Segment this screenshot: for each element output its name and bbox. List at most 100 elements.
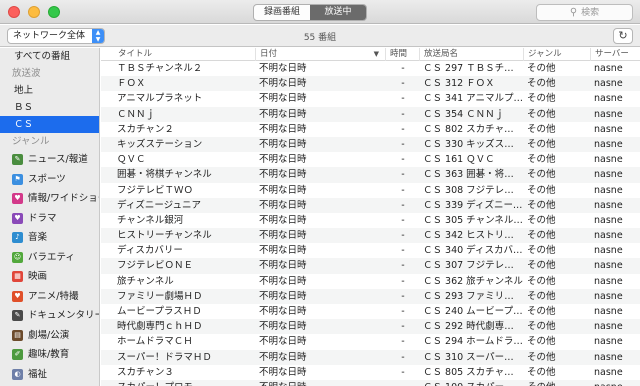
cell-genre: その他 [523,380,591,386]
cell-date: 不明な日時 [259,290,307,302]
table-row[interactable]: アニマルプラネット 不明な日時 - ＣＳ 341 アニマルプラネットその他 nasne [101,91,640,106]
table-row[interactable]: ＱＶＣ 不明な日時 - ＣＳ 161 ＱＶＣ その他 nasne [101,152,640,167]
cell-title: ＴＢＳチャンネル２ [117,63,203,74]
cell-date: 不明な日時 [259,138,307,150]
search-field[interactable]: ⚲ 検索 [536,4,633,21]
column-header-title[interactable]: タイトル [114,48,255,61]
cell-date: 不明な日時 [259,245,307,257]
minimize-window-button[interactable] [28,6,40,18]
popup-arrows-icon: ▲ ▼ [92,29,104,43]
cell-channel: ＣＳ 354 ＣＮＮｊ [423,108,505,120]
cell-title: 囲碁・将棋チャンネル [117,169,212,181]
sidebar-item-all-programs[interactable]: すべての番組 [0,48,99,65]
variety-icon: ☺ [12,251,23,263]
cell-time: - [401,230,405,242]
column-header-server[interactable]: サーバー [590,48,640,61]
sidebar-section-broadcast: 放送波 [12,68,41,79]
sidebar-item-genre[interactable]: ▦ 映画 [0,267,99,287]
sort-descending-icon: ▼ [373,50,379,58]
cell-channel: ＣＳ 297 ＴＢＳチャンネル２ [423,63,523,74]
sidebar-item-genre[interactable]: ▤ 劇場/公演 [0,326,99,346]
table-row[interactable]: スカパー！プロモ不明な日時-ＣＳ 100 スカパー！プロモその他nasne [101,379,640,386]
close-window-button[interactable] [8,6,20,18]
sidebar-item-bs[interactable]: ＢＳ [0,99,99,116]
table-row[interactable]: キッズステーション 不明な日時 - ＣＳ 330 キッズステーションその他 nasne [101,136,640,153]
cell-genre: その他 [527,230,556,242]
sidebar-item-genre[interactable]: ♪ 音楽 [0,228,99,248]
table-row[interactable]: ムービープラスＨＤ 不明な日時 - ＣＳ 240 ムービープラスＨＤ その他 nasne [101,304,640,319]
sidebar-item-cs[interactable]: ＣＳ [0,116,99,133]
tab-on-air[interactable]: 放送中 [310,5,366,20]
column-header-genre[interactable]: ジャンル [523,48,590,61]
table-row[interactable]: ディスカバリー 不明な日時 - ＣＳ 340 ディスカバリー その他 nasne [101,243,640,258]
cell-channel: ＣＳ 805 スカチャン３ [423,366,523,378]
zoom-window-button[interactable] [48,6,60,18]
table-row[interactable]: スカチャン３ 不明な日時 - ＣＳ 805 スカチャン３ その他 nasne [101,365,640,380]
cell-time: - [401,169,405,181]
cell-title: チャンネル銀河 [117,214,184,226]
cell-time: - [401,63,405,74]
cell-title: ホームドラマＣＨ [117,336,193,348]
sidebar-item-terrestrial[interactable]: 地上 [0,82,99,99]
cell-title: ディスカバリー [117,245,183,257]
network-filter-popup[interactable]: ネットワーク全体 ▲ ▼ [7,28,105,44]
table-row[interactable]: スーパー！ドラマＨＤ 不明な日時 - ＣＳ 310 スーパー！ドラマＨＤ その他 nasn… [101,349,640,365]
table-row[interactable]: スカチャン２ 不明な日時 - ＣＳ 802 スカチャン２ その他 nasne [101,122,640,137]
sidebar-item-genre[interactable]: ◐ 福祉 [0,365,99,385]
cell-server: nasne [594,199,623,211]
sidebar-item-genre[interactable]: ✐ 趣味/教育 [0,345,99,365]
cell-server: nasne [594,245,623,257]
cell-title: ＱＶＣ [117,154,146,166]
cell-title: スカパー！プロモ [114,380,258,386]
table-row[interactable]: ディズニージュニア 不明な日時 - ＣＳ 339 ディズニージュニアその他 nasne [101,197,640,213]
cell-date: 不明な日時 [259,184,307,196]
sidebar: すべての番組 放送波 地上 ＢＳ ＣＳ ジャンル ✎ ニュース/報道 ⚑ スポーツ ♥ 情… [0,48,100,386]
table-row[interactable]: ヒストリーチャンネル 不明な日時 - ＣＳ 342 ヒストリーチャンネルその他 nasn… [101,228,640,244]
cell-time: - [401,245,405,257]
table-row[interactable]: チャンネル銀河 不明な日時 - ＣＳ 305 チャンネル銀河 その他 nasne [101,213,640,228]
table-row[interactable]: ファミリー劇場ＨＤ 不明な日時 - ＣＳ 293 ファミリー劇場ＨＤ その他 nasne [101,288,640,304]
table-row[interactable]: ホームドラマＣＨ 不明な日時 - ＣＳ 294 ホームドラマＣＨ その他 nasne [101,334,640,349]
tab-recorded[interactable]: 録画番組 [254,5,310,20]
cell-title: キッズステーション [117,138,203,150]
refresh-button[interactable]: ↻ [613,28,633,44]
table-row[interactable]: フジテレビＴＷＯ 不明な日時 - ＣＳ 308 フジテレビＴＷＯ その他 nasne [101,183,640,198]
sidebar-item-genre[interactable]: ♥ アニメ/特撮 [0,287,99,307]
cell-date: 不明な日時 [259,336,307,348]
sidebar-item-genre[interactable]: ♥ 情報/ワイドショー [0,189,99,209]
cell-channel: ＣＳ 339 ディズニージュニア [423,199,523,211]
cell-date: 不明な日時 [259,169,307,181]
table-header: タイトル 日付 ▼ 時間 放送局名 ジャンル サーバー [101,48,640,61]
sidebar-item-genre[interactable]: ✎ ドキュメンタリー [0,306,99,326]
welfare-icon: ◐ [12,368,23,380]
sidebar-item-label: ドキュメンタリー [28,310,100,321]
sidebar-item-genre[interactable]: ⚑ スポーツ [0,170,99,190]
table-row[interactable]: ＴＢＳチャンネル２ 不明な日時 - ＣＳ 297 ＴＢＳチャンネル２ その他 nasne [101,61,640,76]
sidebar-item-genre[interactable]: ♥ ドラマ [0,209,99,229]
table-row[interactable]: フジテレビＯＮＥ 不明な日時 - ＣＳ 307 フジテレビＯＮＥ その他 nasne [101,258,640,274]
column-header-channel[interactable]: 放送局名 [419,48,523,61]
sidebar-item-label: アニメ/特撮 [28,290,79,302]
cell-genre: その他 [527,199,556,211]
cell-server: nasne [594,169,623,181]
table-row[interactable]: ＣＮＮｊ 不明な日時 - ＣＳ 354 ＣＮＮｊ その他 nasne [101,106,640,122]
sidebar-item-genre[interactable]: ✎ ニュース/報道 [0,150,99,170]
cell-date: 不明な日時 [259,260,307,272]
cell-time: - [401,214,405,226]
cell-date: 不明な日時 [259,214,307,226]
table-row[interactable]: 時代劇専門ｃｈＨＤ 不明な日時 - ＣＳ 292 時代劇専門ｃｈＨＤ その他 nasne [101,319,640,335]
cell-genre: その他 [527,93,556,105]
cell-channel: ＣＳ 362 旅チャンネル [423,275,523,287]
table-row[interactable]: 囲碁・将棋チャンネル 不明な日時 - ＣＳ 363 囲碁・将棋チャンネルその他 nasn… [101,167,640,183]
cell-date: 不明な日時 [259,351,307,363]
table-row[interactable]: 旅チャンネル 不明な日時 - ＣＳ 362 旅チャンネル その他 nasne [101,274,640,289]
table-row[interactable]: ＦＯＸ 不明な日時 - ＣＳ 312 ＦＯＸ その他 nasne [101,76,640,92]
column-header-date[interactable]: 日付 ▼ [255,48,385,61]
cell-channel: ＣＳ 293 ファミリー劇場ＨＤ [423,290,523,302]
cell-time: - [401,290,405,302]
sidebar-item-genre[interactable]: ☺ バラエティ [0,248,99,268]
column-header-time[interactable]: 時間 [385,48,419,61]
cell-genre: その他 [527,63,556,74]
cell-genre: その他 [527,275,556,287]
cell-title: ディズニージュニア [117,199,201,211]
